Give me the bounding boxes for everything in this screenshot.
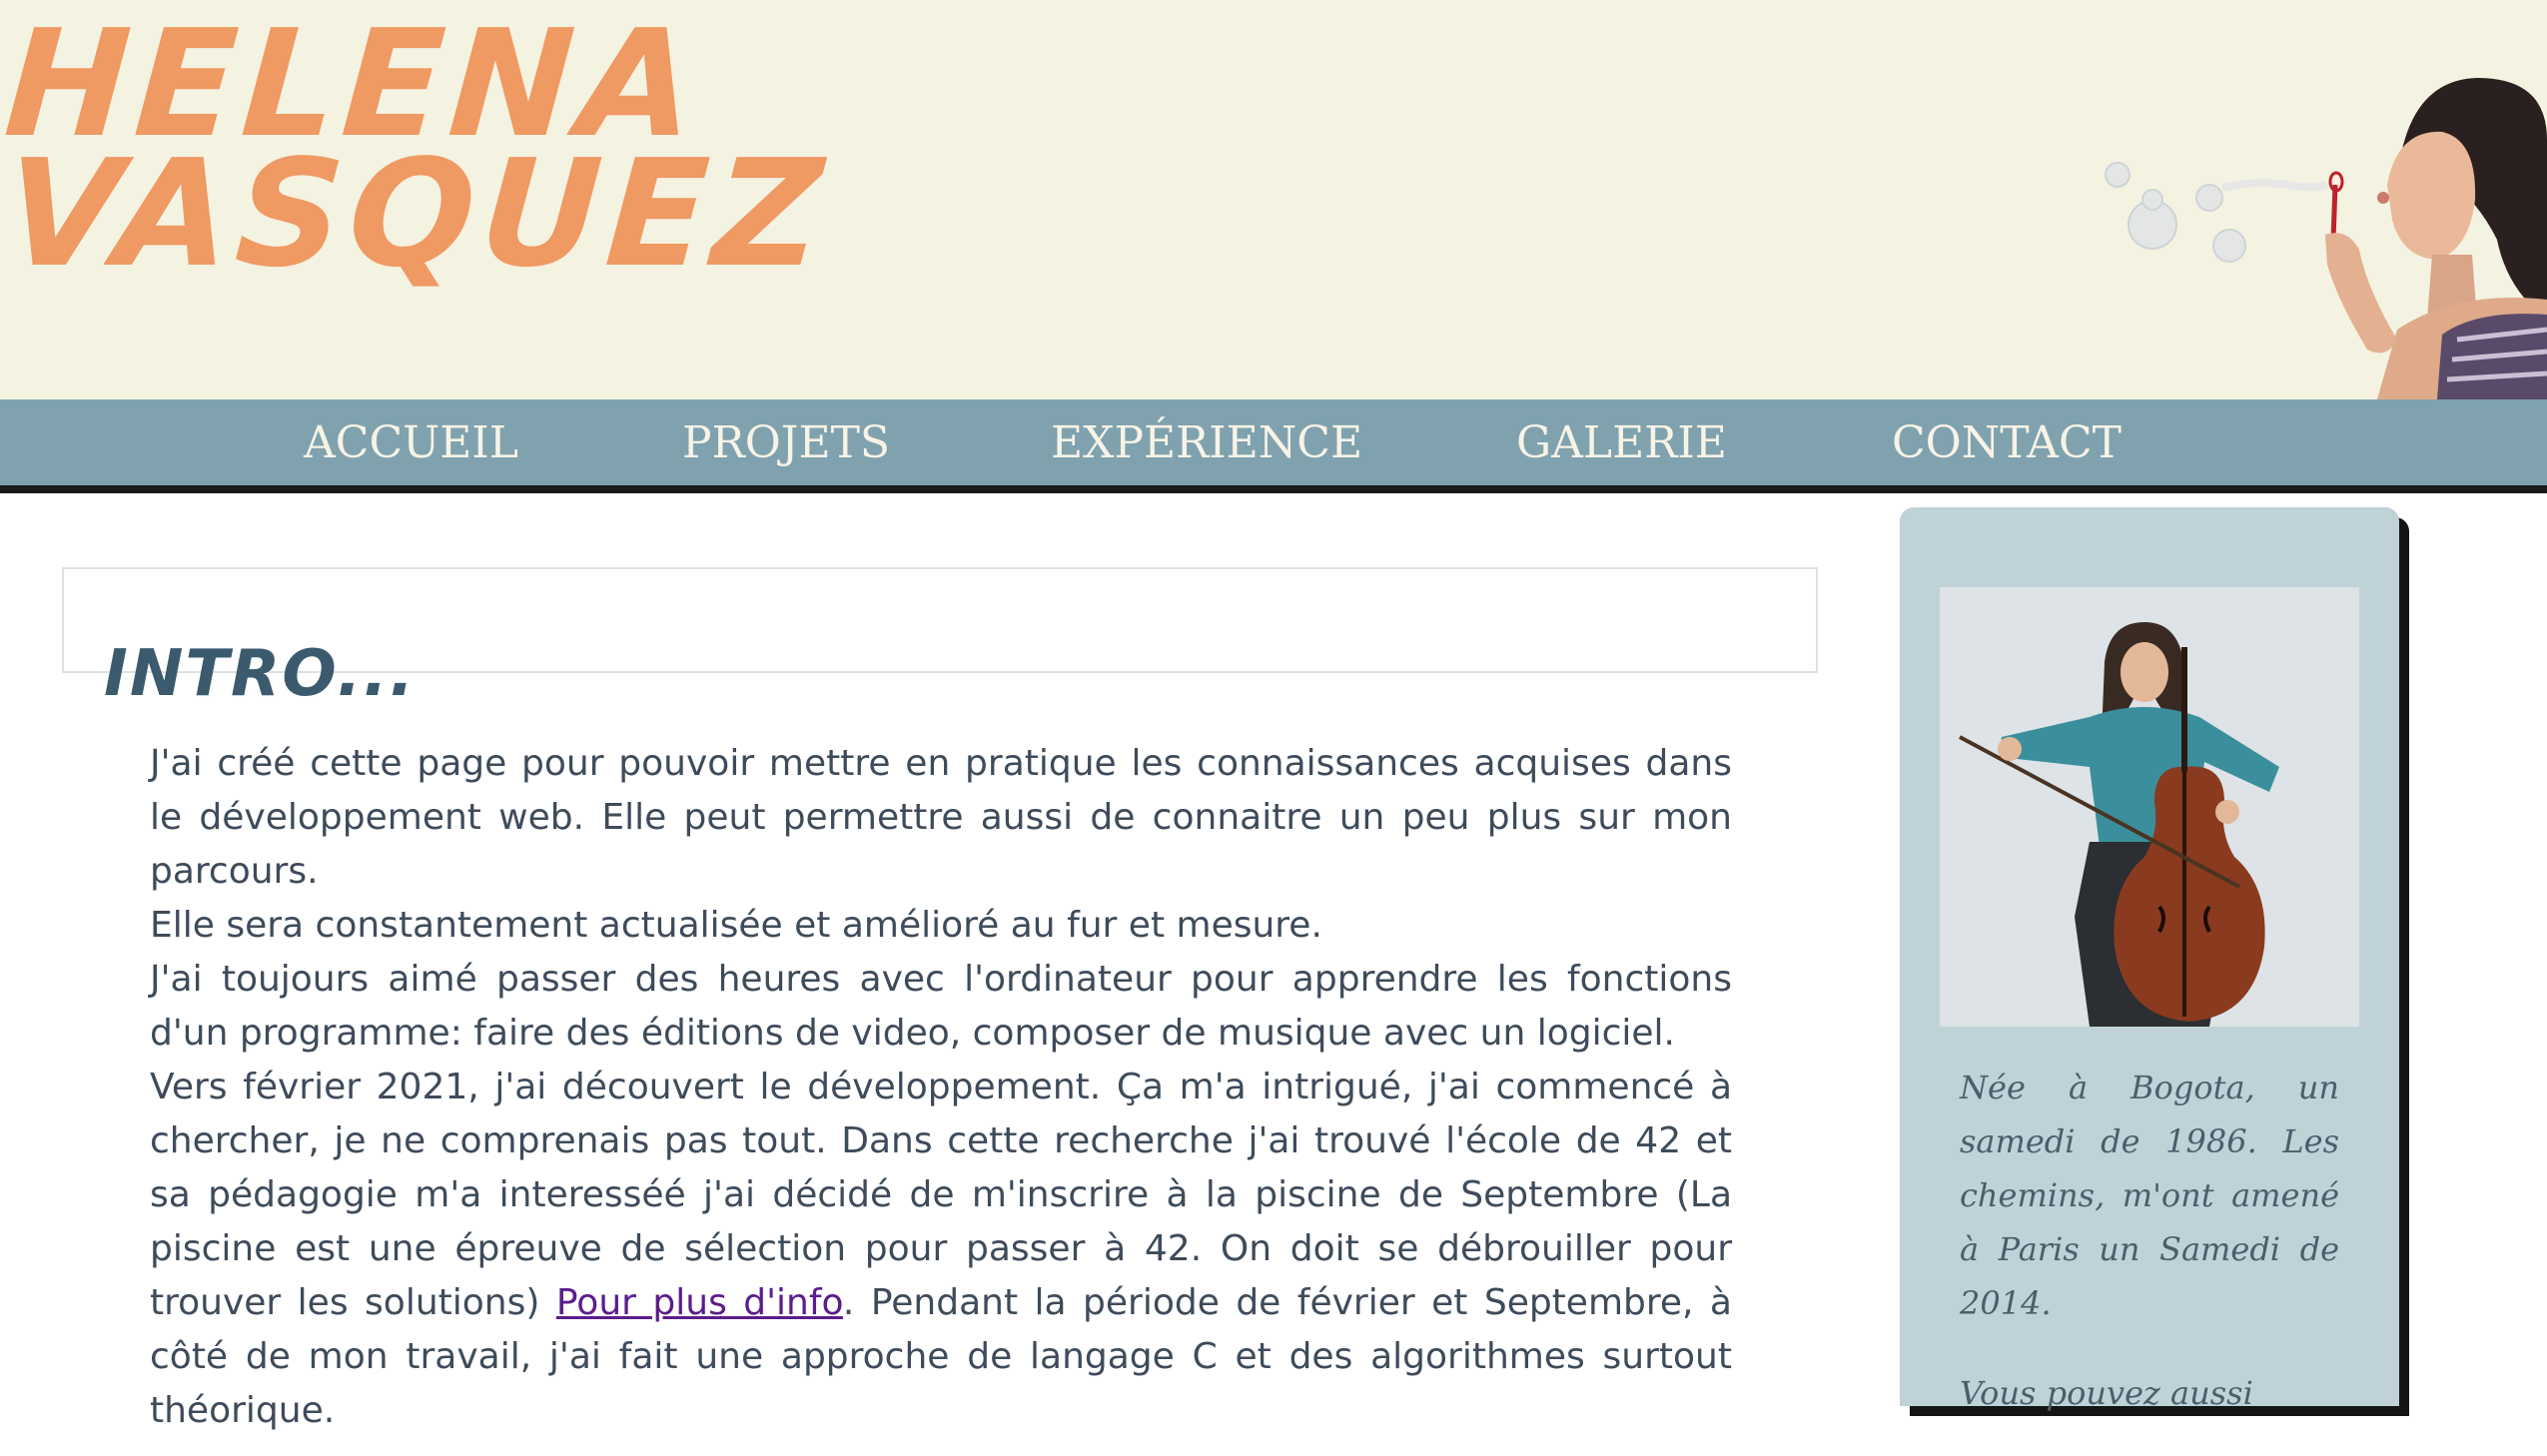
intro-paragraph: Elle sera constantement actualisée et am… — [150, 905, 1322, 946]
intro-paragraph: Vers février 2021, j'ai découvert le dév… — [150, 1061, 1732, 1438]
nav-projets[interactable]: PROJETS — [682, 413, 890, 473]
intro-content: J'ai créé cette page pour pouvoir mettre… — [150, 737, 1732, 1438]
intro-paragraph: J'ai créé cette page pour pouvoir mettre… — [150, 743, 1732, 892]
nav-galerie[interactable]: GALERIE — [1516, 413, 1727, 473]
header-portrait-image — [2105, 78, 2547, 399]
nav-experience[interactable]: EXPÉRIENCE — [1051, 413, 1362, 473]
cellist-photo — [1940, 587, 2359, 1027]
bubble — [2105, 162, 2130, 188]
hand — [2325, 233, 2397, 354]
nav-accueil[interactable]: ACCUEIL — [304, 413, 518, 473]
sidebar-bio: Née à Bogota, un samedi de 1986. Les che… — [1960, 1061, 2339, 1456]
more-info-link[interactable]: Pour plus d'info — [556, 1282, 843, 1323]
intro-heading-box: INTRO... — [62, 567, 1818, 711]
logo-last-name: VASQUEZ — [0, 128, 834, 300]
profile-sidebar: Née à Bogota, un samedi de 1986. Les che… — [1900, 507, 2399, 1412]
bio-text: Née à Bogota, un samedi de 1986. Les che… — [1960, 1069, 2339, 1322]
bubble — [2212, 229, 2246, 263]
bubble-trail — [2221, 179, 2329, 192]
intro-paragraph: J'ai toujours aimé passer des heures ave… — [150, 959, 1732, 1054]
face — [2387, 131, 2476, 260]
bubble — [2195, 184, 2223, 212]
bubble — [2141, 189, 2163, 211]
intro-title: INTRO... — [104, 637, 417, 712]
bio-more-text: Vous pouvez aussi — [1960, 1374, 2253, 1412]
main-navigation: ACCUEIL PROJETS EXPÉRIENCE GALERIE CONTA… — [0, 399, 2547, 493]
nav-contact[interactable]: CONTACT — [1892, 413, 2122, 473]
site-header: HELENA VASQUEZ — [0, 0, 2547, 399]
